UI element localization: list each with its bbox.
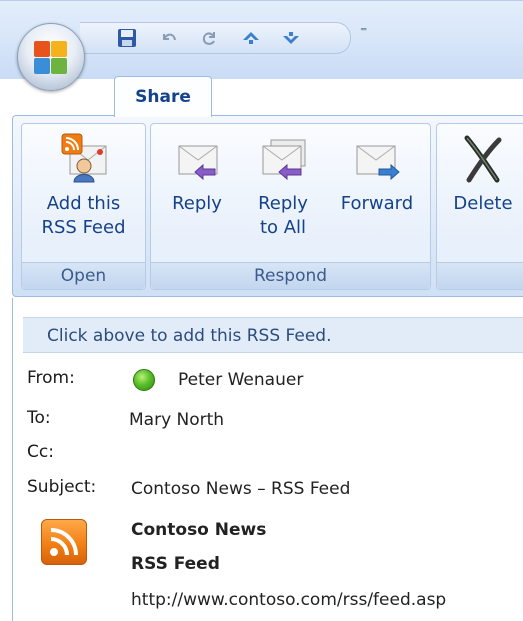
delete-label: Delete (453, 193, 513, 214)
add-rss-feed-icon (56, 130, 112, 186)
office-logo-tile (51, 41, 67, 57)
feed-type: RSS Feed (131, 554, 220, 574)
info-bar[interactable]: Click above to add this RSS Feed. (23, 317, 523, 353)
office-logo-tile (34, 41, 50, 57)
to-value[interactable]: Mary North (129, 410, 224, 430)
forward-icon (349, 130, 405, 186)
reply-all-label: Reply to All (258, 193, 308, 238)
tab-share[interactable]: Share (114, 76, 212, 117)
group-label-open: Open (22, 262, 145, 289)
forward-button[interactable]: Forward (331, 130, 423, 216)
reply-all-icon (255, 130, 311, 186)
message-header: Click above to add this RSS Feed. From: … (12, 298, 523, 621)
office-button[interactable] (17, 23, 85, 91)
group-label-respond: Respond (151, 262, 430, 289)
delete-button[interactable]: Delete (441, 130, 523, 216)
delete-icon (455, 130, 511, 186)
previous-item-icon[interactable] (240, 27, 262, 49)
quick-access-toolbar (80, 22, 351, 54)
subject-label: Subject: (27, 477, 97, 497)
undo-icon[interactable] (158, 27, 180, 49)
feed-name: Contoso News (131, 520, 267, 540)
reply-label: Reply (172, 193, 222, 214)
reply-icon (169, 130, 225, 186)
ribbon: Add this RSS Feed Open Reply Reply to Al… (12, 115, 523, 297)
save-icon[interactable] (116, 27, 138, 49)
ribbon-group-respond: Reply Reply to All Forward Respond (150, 123, 431, 290)
forward-label: Forward (340, 193, 414, 214)
to-label: To: (27, 408, 51, 428)
office-logo-tile (34, 58, 50, 74)
reply-button[interactable]: Reply (157, 130, 237, 216)
rss-feed-icon (41, 519, 87, 565)
ribbon-group-actions: Delete (436, 123, 523, 290)
presence-status-icon (133, 369, 155, 391)
reply-all-button[interactable]: Reply to All (243, 130, 323, 240)
ribbon-group-open: Add this RSS Feed Open (21, 123, 146, 290)
subject-value: Contoso News – RSS Feed (131, 479, 351, 499)
add-rss-feed-label: Add this RSS Feed (41, 193, 126, 238)
group-label-actions (437, 262, 523, 289)
next-item-icon[interactable] (280, 27, 302, 49)
cc-label: Cc: (27, 442, 54, 462)
add-rss-feed-button[interactable]: Add this RSS Feed (28, 130, 139, 240)
feed-url[interactable]: http://www.contoso.com/rss/feed.asp (131, 590, 446, 610)
customize-toolbar-icon[interactable]: ⁼ (360, 24, 367, 40)
redo-icon[interactable] (198, 27, 220, 49)
from-label: From: (27, 368, 75, 388)
office-logo-tile (51, 58, 67, 74)
from-value[interactable]: Peter Wenauer (178, 370, 303, 390)
